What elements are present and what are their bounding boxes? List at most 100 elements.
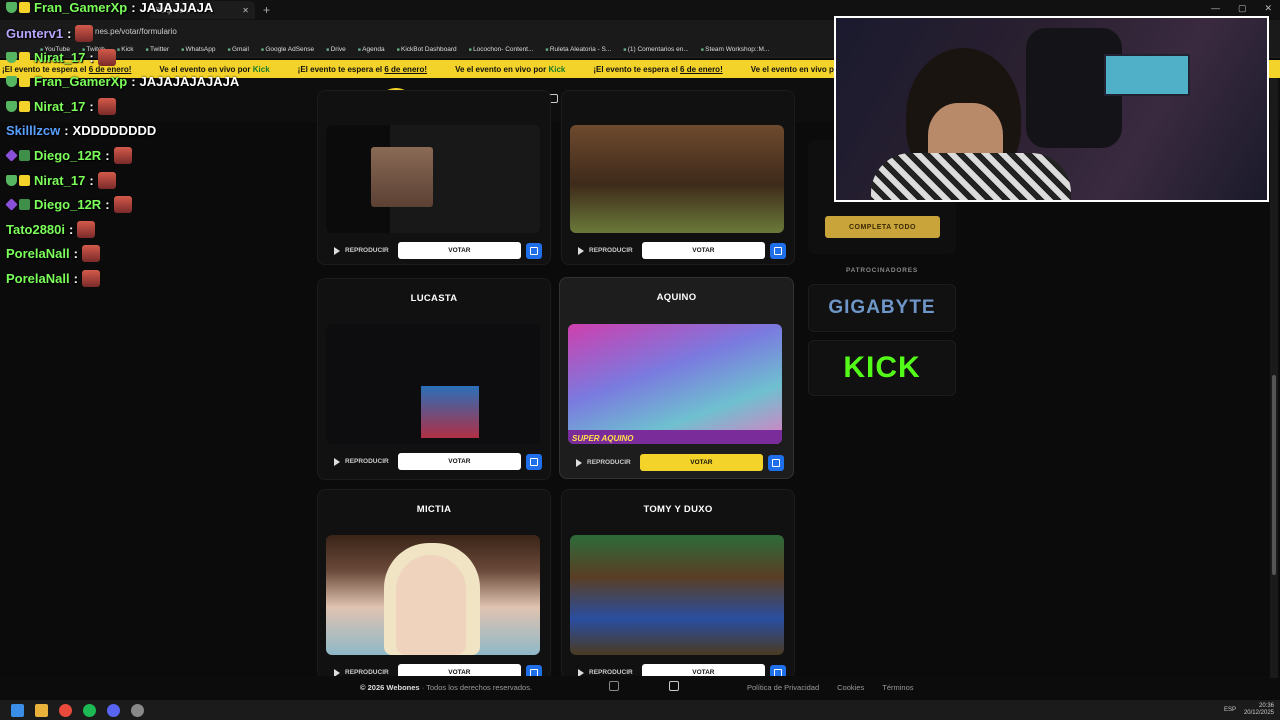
obs-icon[interactable] [131, 703, 144, 717]
video-thumbnail[interactable]: SUPER AQUINO [568, 324, 782, 444]
chat-separator: : [105, 197, 110, 212]
play-button[interactable]: REPRODUCIR [568, 458, 638, 467]
play-label: REPRODUCIR [589, 247, 633, 254]
emote-icon [113, 147, 132, 164]
bookmark-item[interactable]: Agenda [358, 46, 384, 53]
video-thumbnail[interactable] [326, 324, 540, 444]
minimize-icon[interactable]: — [1211, 3, 1220, 14]
chat-username: Gunterv1 [6, 25, 64, 41]
open-external-icon[interactable] [768, 454, 784, 471]
card-actions: REPRODUCIR VOTAR [326, 242, 542, 259]
video-thumbnail[interactable] [570, 535, 784, 655]
event-date: 6 de enero! [680, 64, 723, 74]
play-button[interactable]: REPRODUCIR [570, 246, 640, 255]
bookmark-item[interactable]: KickBot Dashboard [397, 46, 457, 53]
open-external-icon[interactable] [770, 242, 786, 259]
chat-message: Nirat_17: [6, 98, 116, 115]
emote-icon [97, 171, 116, 189]
chat-separator: : [89, 172, 94, 188]
kick-link[interactable]: Kick [548, 65, 565, 74]
vote-button[interactable]: VOTAR [397, 453, 522, 470]
open-external-icon[interactable] [526, 242, 542, 259]
emote-icon [97, 49, 116, 66]
vote-card: REPRODUCIR VOTAR [317, 90, 551, 265]
chat-message: Diego_12R: [5, 196, 132, 213]
card-actions: REPRODUCIR VOTAR [568, 454, 784, 471]
chat-separator: : [67, 25, 72, 41]
marquee-text: Ve el evento en vivo por [750, 64, 845, 74]
video-thumbnail[interactable] [570, 125, 784, 233]
windows-start-icon[interactable] [11, 703, 24, 717]
clock[interactable]: 20:36 20/12/2025 [1244, 703, 1274, 717]
kick-icon[interactable] [669, 681, 679, 691]
chat-username: Diego_12R [34, 197, 102, 212]
file-explorer-icon[interactable] [35, 703, 48, 717]
chat-separator: : [69, 221, 74, 237]
copyright: © 2026 Webones · Todos los derechos rese… [360, 683, 533, 692]
shield-badge-icon [6, 174, 17, 186]
social-icon[interactable] [609, 681, 619, 691]
discord-icon[interactable] [107, 703, 120, 717]
play-label: REPRODUCIR [345, 669, 389, 676]
chrome-icon[interactable] [59, 703, 72, 717]
crown-badge-icon [19, 101, 30, 112]
chat-username: Nirat_17 [34, 99, 86, 114]
play-icon [334, 246, 340, 255]
marquee-text: ¡El evento te espera el [593, 64, 681, 74]
chat-message: Diego_12R: [5, 147, 132, 164]
cookies-link[interactable]: Cookies [837, 683, 864, 692]
chat-message: Nirat_17: [6, 49, 116, 66]
chat-message: Fran_GamerXp: JAJAJAJAJAJA [6, 74, 239, 89]
chat-username: Nirat_17 [34, 172, 86, 188]
sponsor-kick[interactable]: KICK [808, 340, 956, 396]
bookmark-item[interactable]: Steam Workshop::M... [701, 46, 769, 53]
chat-separator: : [89, 50, 94, 65]
emote-icon [75, 24, 94, 42]
play-icon [576, 458, 582, 467]
language-indicator[interactable]: ESP [1224, 707, 1236, 713]
bookmark-item[interactable]: (1) Comentarios en... [623, 46, 689, 53]
play-label: REPRODUCIR [589, 669, 633, 676]
privacy-link[interactable]: Política de Privacidad [747, 683, 819, 692]
clock-time: 20:36 [1258, 703, 1274, 709]
close-window-icon[interactable]: ✕ [1264, 3, 1272, 14]
chat-message: Nirat_17: [6, 171, 116, 189]
crown-badge-icon [19, 2, 30, 13]
crown-badge-icon [19, 174, 30, 186]
open-external-icon[interactable] [526, 453, 542, 470]
chat-message: Gunterv1: [6, 24, 94, 42]
play-button[interactable]: REPRODUCIR [326, 246, 396, 255]
play-button[interactable]: REPRODUCIR [326, 457, 396, 466]
spotify-icon[interactable] [83, 703, 96, 717]
play-icon [334, 457, 340, 466]
bookmark-item[interactable]: Drive [326, 46, 346, 53]
video-thumbnail[interactable] [326, 535, 540, 655]
vote-card-lucasta: LUCASTA REPRODUCIR VOTAR [317, 278, 551, 480]
vote-button[interactable]: VOTAR [641, 242, 766, 259]
copyright-rights: Todos los derechos reservados. [426, 683, 533, 692]
terms-link[interactable]: Términos [882, 683, 913, 692]
card-actions: REPRODUCIR VOTAR [326, 453, 542, 470]
chat-separator: : [131, 73, 136, 89]
chat-text: JAJAJAJAJAJA [139, 73, 240, 89]
scrollbar-thumb[interactable] [1272, 375, 1276, 575]
bookmark-item[interactable]: Locochon- Content... [469, 46, 533, 53]
shield-badge-icon [6, 101, 17, 112]
marquee-text: Ve el evento en vivo por [455, 64, 549, 74]
chat-username: PorelaNall [6, 246, 70, 261]
os-taskbar: ESP 20:36 20/12/2025 [0, 700, 1280, 720]
controller-badge-icon [19, 150, 30, 161]
complete-all-button[interactable]: COMPLETA TODO [825, 216, 940, 238]
vote-button[interactable]: VOTAR [397, 242, 522, 259]
chat-message: Tato2880i: [6, 220, 96, 238]
stream-chat: Fran_GamerXp: JAJAJJAJA Gunterv1: Nirat_17:… [0, 0, 320, 290]
chat-separator: : [89, 99, 94, 114]
bookmark-item[interactable]: Ruleta Aleatoria - S... [545, 46, 611, 53]
sponsor-gigabyte[interactable]: GIGABYTE [808, 284, 956, 332]
chat-separator: : [131, 0, 136, 15]
vote-button[interactable]: VOTAR [639, 454, 764, 471]
video-thumbnail[interactable] [326, 125, 540, 233]
maximize-icon[interactable]: ▢ [1238, 3, 1247, 14]
chat-separator: : [73, 246, 78, 261]
card-title: MICTIA [416, 504, 452, 515]
